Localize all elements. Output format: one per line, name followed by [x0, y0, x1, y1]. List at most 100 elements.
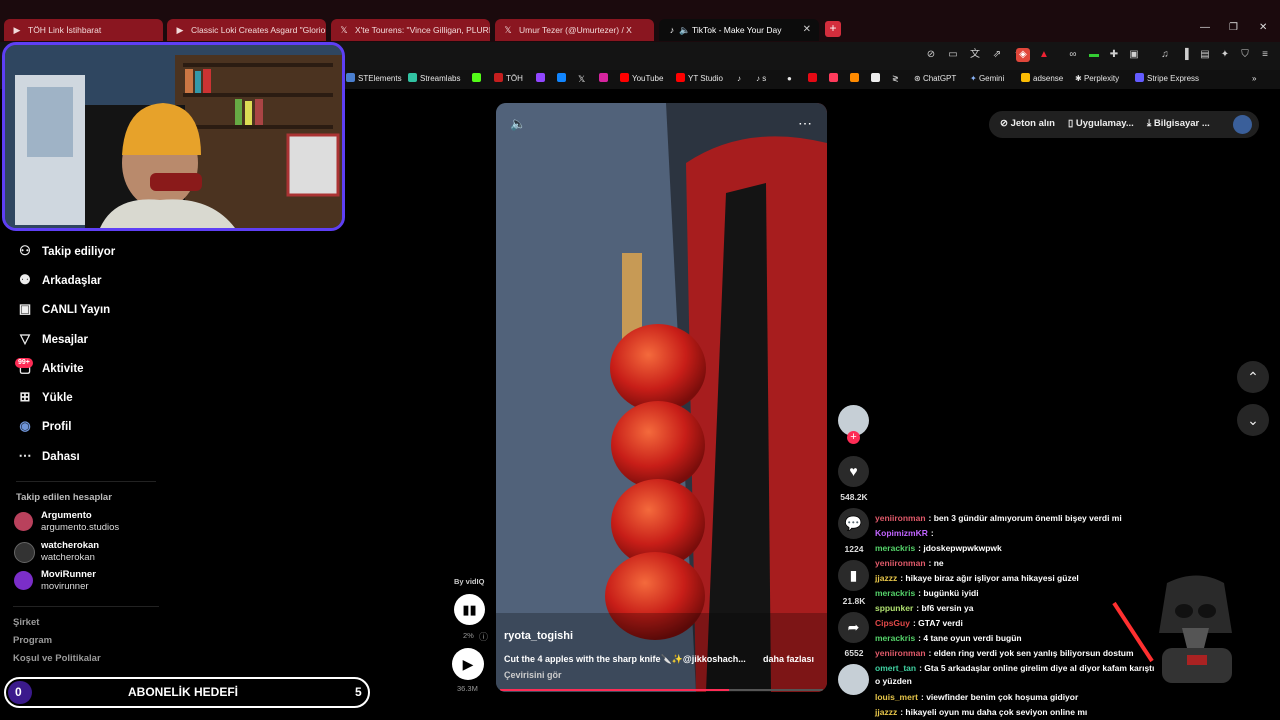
- bookmark-streamlabs[interactable]: Streamlabs: [408, 73, 460, 85]
- maximize-icon[interactable]: ❐: [1229, 22, 1238, 33]
- apple: [610, 324, 706, 412]
- bluesky-bookmark-icon[interactable]: [557, 73, 569, 85]
- play-icon[interactable]: ▶: [452, 648, 484, 680]
- chat-username[interactable]: louis_mert: [875, 692, 918, 702]
- bookmark-toh[interactable]: TÖH: [494, 73, 523, 85]
- bookmark-adsense[interactable]: adsense: [1021, 73, 1063, 85]
- video-author[interactable]: ryota_togishi: [504, 630, 573, 642]
- vidiq-percent: 2%: [463, 631, 474, 640]
- chat-username[interactable]: merackris: [875, 633, 915, 643]
- phone-icon: ▯: [1068, 118, 1076, 129]
- close-tab-icon[interactable]: ✕: [803, 19, 811, 41]
- bookmark-chatgpt[interactable]: ⊛ ChatGPT: [914, 73, 956, 85]
- menu-icon[interactable]: ≡: [1258, 48, 1272, 62]
- vpn-icon[interactable]: ⛉: [1238, 48, 1252, 62]
- x-bookmark-icon[interactable]: 𝕏: [578, 73, 585, 86]
- orange-bookmark-icon[interactable]: [850, 73, 862, 85]
- nav-messages[interactable]: ▽ Mesajlar: [16, 329, 88, 349]
- extensions-icon[interactable]: ✚: [1107, 48, 1121, 62]
- ai-icon[interactable]: ✦: [1218, 48, 1232, 62]
- follow-plus-icon[interactable]: +: [847, 431, 860, 444]
- minimize-icon[interactable]: —: [1200, 22, 1210, 33]
- save-button[interactable]: ▮: [838, 560, 869, 591]
- nav-friends[interactable]: ⚉ Arkadaşlar: [16, 270, 101, 290]
- share-button[interactable]: ➦: [838, 612, 869, 643]
- bookmark-yt-studio[interactable]: YT Studio: [676, 73, 723, 85]
- vidiq-stats-icon[interactable]: ▮▮: [454, 594, 485, 625]
- screen-icon[interactable]: ▭: [946, 48, 960, 62]
- previous-video-button[interactable]: ⌃: [1237, 361, 1269, 393]
- bookmark-gemini[interactable]: ✦ Gemini: [970, 73, 1004, 85]
- netflix-bookmark-icon[interactable]: [808, 73, 820, 85]
- chat-username[interactable]: jjazzz: [875, 707, 897, 717]
- screenshot-icon[interactable]: ▣: [1127, 48, 1141, 62]
- chat-username[interactable]: sppunker: [875, 603, 913, 613]
- kick-bookmark-icon[interactable]: [472, 73, 484, 85]
- tab-tourens[interactable]: 𝕏 X'te Tourens: "Vince Gilligan, PLURIB: [331, 19, 490, 41]
- chat-username[interactable]: merackris: [875, 543, 915, 553]
- bookmark-stelements[interactable]: STElements: [346, 73, 402, 85]
- wallet-icon[interactable]: ▤: [1198, 48, 1212, 62]
- extension-green-icon[interactable]: ▬: [1087, 48, 1101, 62]
- nav-more[interactable]: ⋯ Dahası: [16, 446, 80, 466]
- desktop-app-button[interactable]: ⤓ Bilgisayar ...: [1147, 118, 1210, 129]
- chat-username[interactable]: yeniironman: [875, 558, 926, 568]
- chat-username[interactable]: yeniironman: [875, 648, 926, 658]
- goal-label: ABONELİK HEDEFİ: [128, 685, 239, 699]
- footer-company-link[interactable]: Şirket: [13, 617, 39, 628]
- more-options-icon[interactable]: ⋯: [798, 115, 813, 132]
- video-player[interactable]: 🔈 ⋯ ryota_togishi Cut the 4 apples with …: [496, 103, 827, 692]
- translate-icon[interactable]: 文: [968, 48, 982, 62]
- chat-username[interactable]: CipsGuy: [875, 618, 910, 628]
- tab-tiktok[interactable]: ♪ 🔈 TikTok - Make Your Day ✕: [659, 19, 819, 41]
- zed-bookmark-icon[interactable]: ≷: [892, 73, 899, 85]
- volume-icon[interactable]: 🔈: [510, 116, 526, 132]
- translate-link[interactable]: Çevirisini gör: [504, 670, 562, 680]
- extension-glasses-icon[interactable]: ∞: [1066, 48, 1080, 62]
- profile-avatar[interactable]: [1233, 115, 1252, 134]
- instagram-bookmark-icon[interactable]: [599, 73, 611, 85]
- share-icon[interactable]: ⇗: [990, 48, 1004, 62]
- nav-following[interactable]: ⚇ Takip ediliyor: [16, 241, 115, 261]
- progress-track[interactable]: [500, 689, 823, 691]
- pinwheel-bookmark-icon[interactable]: [829, 73, 841, 85]
- get-app-button[interactable]: ▯ Uygulamay...: [1068, 118, 1134, 129]
- footer-terms-link[interactable]: Koşul ve Politikalar: [13, 653, 101, 664]
- brave-shield-icon[interactable]: ◈: [1016, 48, 1030, 62]
- chat-username[interactable]: merackris: [875, 588, 915, 598]
- comment-button[interactable]: 💬: [838, 508, 869, 539]
- chat-username[interactable]: omert_tan: [875, 663, 916, 673]
- music-icon[interactable]: ♫: [1158, 48, 1172, 62]
- nav-upload[interactable]: ⊞ Yükle: [16, 387, 73, 407]
- bookmark-s[interactable]: ♪ s: [756, 73, 766, 85]
- new-tab-button[interactable]: +: [825, 21, 841, 37]
- bookmark-perplexity[interactable]: ✱ Perplexity: [1075, 73, 1119, 85]
- like-button[interactable]: ♥: [838, 456, 869, 487]
- amazon-bookmark-icon[interactable]: [871, 73, 883, 85]
- next-video-button[interactable]: ⌄: [1237, 404, 1269, 436]
- tab-loki[interactable]: ▶ Classic Loki Creates Asgard "Gloriou: [167, 19, 326, 41]
- nav-profile[interactable]: ◉ Profil: [16, 416, 71, 436]
- sound-avatar[interactable]: [838, 664, 869, 695]
- close-window-icon[interactable]: ✕: [1259, 22, 1267, 33]
- sidebar-icon[interactable]: ▐: [1178, 48, 1192, 62]
- nav-live[interactable]: ▣ CANLI Yayın: [16, 299, 110, 319]
- bookmark-stripe-express[interactable]: Stripe Express: [1135, 73, 1199, 85]
- bookmark-youtube[interactable]: YouTube: [620, 73, 663, 85]
- tab-toh[interactable]: ▶ TÖH Link İstihbarat: [4, 19, 163, 41]
- more-bookmarks-icon[interactable]: »: [1252, 73, 1256, 85]
- chat-username[interactable]: yeniironman: [875, 513, 926, 523]
- chat-username[interactable]: jjazzz: [875, 573, 897, 583]
- brave-rewards-icon[interactable]: ▲: [1037, 48, 1051, 62]
- get-coins-button[interactable]: ⊘ Jeton alın: [1000, 118, 1055, 129]
- chat-username[interactable]: KopimizmKR: [875, 528, 928, 538]
- info-icon[interactable]: ⓘ: [479, 630, 488, 643]
- twitch-bookmark-icon[interactable]: [536, 73, 548, 85]
- see-more-link[interactable]: daha fazlası: [763, 654, 814, 664]
- tab-umur[interactable]: 𝕏 Umur Tezer (@Umurtezer) / X: [495, 19, 654, 41]
- tiktok-bookmark-icon[interactable]: ♪: [737, 73, 741, 85]
- footer-program-link[interactable]: Program: [13, 635, 52, 646]
- chat-message: yeniironman: ben 3 gündür almıyorum önem…: [875, 513, 1122, 524]
- mute-icon[interactable]: ⊘: [924, 48, 938, 62]
- github-bookmark-icon[interactable]: ●: [787, 73, 792, 85]
